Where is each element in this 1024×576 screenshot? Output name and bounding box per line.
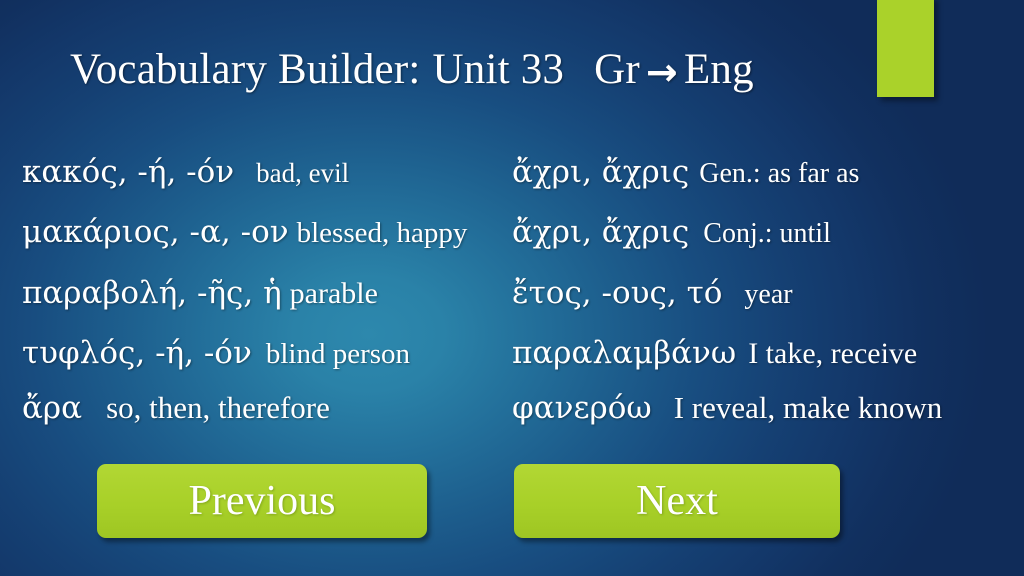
english-gloss: I take, receive <box>748 337 918 370</box>
greek-term: ἄχρι, ἄχρις <box>512 214 690 250</box>
title-direction-to: Eng <box>683 46 754 93</box>
english-gloss: blind person <box>265 338 411 370</box>
vocabulary-row: ἄχρι, ἄχρις Gen.: as far as <box>512 154 859 190</box>
title-unit: Unit 33 <box>432 46 565 93</box>
vocabulary-row: μακάριος, -α, -ον blessed, happy <box>22 214 467 250</box>
vocabulary-row: ἄχρι, ἄχρις Conj.: until <box>512 214 831 250</box>
greek-term: κακός, -ή, -όν <box>22 154 235 190</box>
english-gloss: Gen.: as far as <box>699 158 860 189</box>
english-gloss: blessed, happy <box>296 217 468 249</box>
english-gloss: year <box>744 279 793 310</box>
english-gloss: bad, evil <box>256 158 350 188</box>
previous-button-label: Previous <box>188 478 336 524</box>
greek-term: φανερόω <box>512 390 652 426</box>
vocabulary-list: κακός, -ή, -όν bad, evil μακάριος, -α, -ον… <box>0 132 1024 432</box>
vocabulary-row: παραλαμβάνω I take, receive <box>512 335 917 371</box>
vocabulary-row: παραβολή, -ῆς, ἡ parable <box>22 275 378 311</box>
vocabulary-row: ἄρα so, then, therefore <box>22 390 330 426</box>
english-gloss: so, then, therefore <box>106 390 330 425</box>
english-gloss: parable <box>289 277 378 310</box>
vocabulary-row: κακός, -ή, -όν bad, evil <box>22 154 349 190</box>
right-arrow-icon: → <box>645 50 678 94</box>
title-main: Vocabulary Builder: <box>70 46 421 93</box>
vocabulary-slide: Vocabulary Builder: Unit 33 Gr → Eng κακός, … <box>0 0 1024 576</box>
english-gloss: Conj.: until <box>703 218 831 249</box>
previous-button[interactable]: Previous <box>97 464 427 538</box>
next-button[interactable]: Next <box>514 464 840 538</box>
greek-term: ἔτος, -ους, τό <box>512 275 723 311</box>
vocabulary-row: τυφλός, -ή, -όν blind person <box>22 335 410 371</box>
greek-term: παραλαμβάνω <box>512 335 737 371</box>
greek-term: ἄρα <box>22 390 83 426</box>
vocabulary-row: φανερόω I reveal, make known <box>512 390 942 426</box>
greek-term: μακάριος, -α, -ον <box>22 214 289 250</box>
accent-bar-decoration <box>877 0 934 97</box>
next-button-label: Next <box>636 478 718 524</box>
title-direction-from: Gr <box>594 46 640 93</box>
greek-term: παραβολή, -ῆς, ἡ <box>22 275 282 311</box>
english-gloss: I reveal, make known <box>673 390 943 425</box>
page-title: Vocabulary Builder: Unit 33 Gr → Eng <box>70 44 754 98</box>
vocabulary-row: ἔτος, -ους, τό year <box>512 275 793 311</box>
greek-term: ἄχρι, ἄχρις <box>512 154 690 190</box>
greek-term: τυφλός, -ή, -όν <box>22 335 252 371</box>
